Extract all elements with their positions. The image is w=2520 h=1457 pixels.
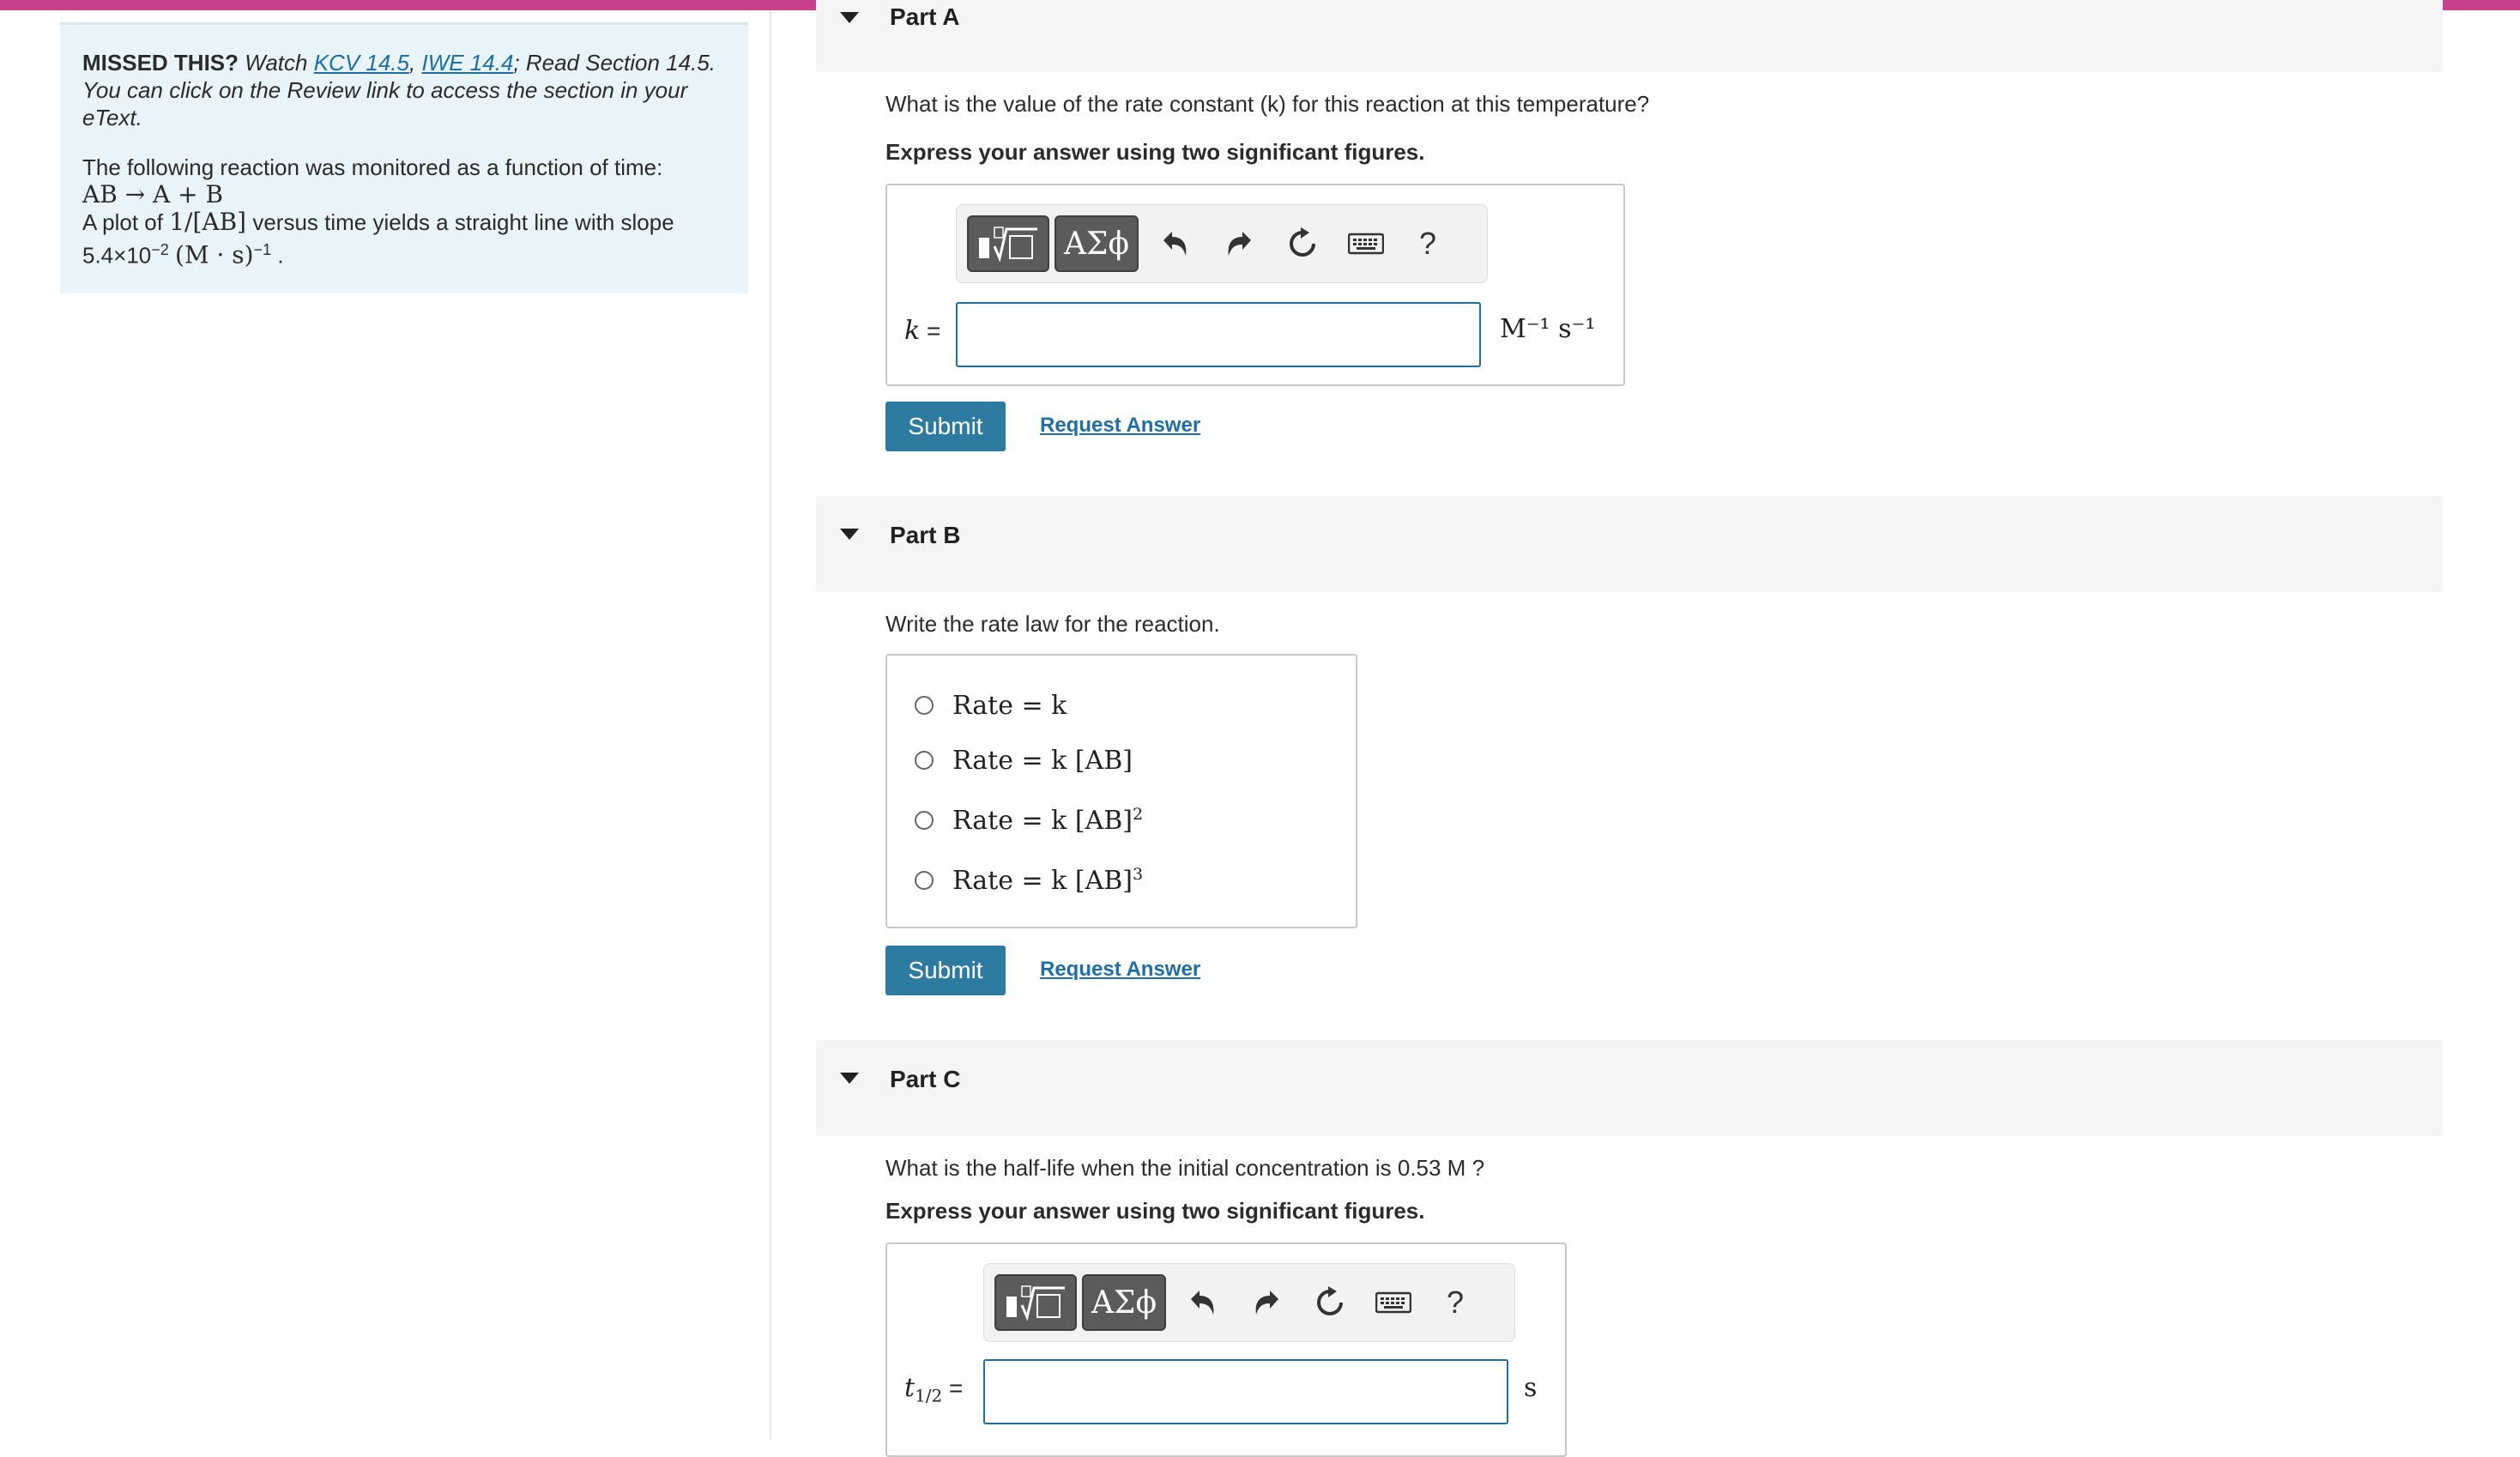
k-answer-input[interactable] [956,302,1481,367]
iwe-link[interactable]: IWE 14.4 [421,50,513,76]
rate-law-option-3[interactable]: Rate = k [AB]2 [915,803,1143,837]
reset-button[interactable] [1310,1283,1350,1322]
reset-icon [1317,1286,1343,1315]
templates-icon [979,227,1037,263]
part-c-header[interactable]: Part C [816,1040,2443,1136]
part-c-instruction: Express your answer using two significan… [885,1198,1425,1224]
greek-symbols-icon: ΑΣϕ [1064,226,1129,262]
slope-units: (M · s) [175,240,254,269]
part-a-header[interactable]: Part A [816,0,2443,72]
part-a-request-answer-link[interactable]: Request Answer [1040,414,1200,438]
part-c-title: Part C [890,1066,961,1092]
rate-law-options: Rate = k Rate = k [AB] Rate = k [AB]2 Ra… [885,654,1357,928]
help-icon: ? [1446,1285,1465,1320]
watch-text: Watch [245,50,308,76]
part-c-question: What is the half-life when the initial c… [885,1155,1485,1181]
rate-law-option-2[interactable]: Rate = k [AB] [915,743,1133,777]
radio-button[interactable] [915,871,934,890]
half-life-answer-input[interactable] [983,1359,1508,1424]
undo-button[interactable] [1183,1283,1223,1322]
part-b-submit-button[interactable]: Submit [885,946,1006,995]
part-a-submit-button[interactable]: Submit [885,402,1006,451]
greek-symbols-button[interactable]: ΑΣϕ [1055,215,1139,272]
part-a-title: Part A [890,3,960,30]
plot-prefix: A plot of [82,209,163,235]
half-life-units: s [1524,1373,1538,1403]
redo-button[interactable] [1247,1283,1286,1322]
help-button[interactable]: ? [1408,224,1447,263]
radio-button[interactable] [915,696,934,715]
part-b-question: Write the rate law for the reaction. [885,611,1220,637]
redo-icon [1228,232,1251,256]
plot-suffix: versus time yields a straight line with … [252,209,674,235]
keyboard-icon [1348,233,1384,255]
radio-button[interactable] [915,751,934,770]
collapse-caret-icon[interactable] [840,1073,859,1084]
slope-value: 5.4×10 [82,242,152,269]
greek-symbols-button[interactable]: ΑΣϕ [1082,1274,1166,1331]
help-icon: ? [1418,226,1437,261]
math-toolbar: ΑΣϕ ? [983,1263,1515,1342]
half-life-label: t1/2 = [904,1373,964,1406]
part-b-header[interactable]: Part B [816,496,2443,592]
reaction-equation: AB → A + B [82,180,224,209]
review-link-text: You can click on the Review link to acce… [82,77,688,130]
part-c-answer-box: ΑΣϕ ? t1/2 = s [885,1242,1567,1457]
part-a-answer-box: ΑΣϕ ? k = M⁻¹ s⁻¹ [885,184,1625,386]
templates-button[interactable] [967,215,1049,272]
radio-button[interactable] [915,811,934,830]
rate-law-option-4[interactable]: Rate = k [AB]3 [915,863,1143,898]
reset-icon [1290,227,1315,257]
plot-expression: 1/[AB] [169,208,247,236]
column-divider [770,10,771,1440]
keyboard-icon [1375,1291,1411,1314]
undo-icon [1163,232,1187,256]
help-button[interactable]: ? [1435,1283,1475,1322]
kcv-link[interactable]: KCV 14.5 [314,50,409,76]
missed-this-label: MISSED THIS? [82,50,239,76]
rate-law-option-1[interactable]: Rate = k [915,688,1067,722]
redo-button[interactable] [1219,224,1259,263]
templates-button[interactable] [994,1274,1077,1331]
redo-icon [1255,1291,1278,1315]
monitored-text: The following reaction was monitored as … [82,154,663,180]
k-label: k = [904,316,941,346]
part-a-instruction: Express your answer using two significan… [885,139,1425,165]
reset-button[interactable] [1283,224,1322,263]
problem-info-panel: MISSED THIS? Watch KCV 14.5, IWE 14.4; R… [60,22,748,293]
part-b-title: Part B [890,522,961,548]
collapse-caret-icon[interactable] [840,529,859,540]
part-b-request-answer-link[interactable]: Request Answer [1040,958,1200,982]
templates-icon [1006,1285,1065,1321]
undo-button[interactable] [1156,224,1195,263]
keyboard-button[interactable] [1346,224,1386,263]
part-a-question: What is the value of the rate constant (… [885,91,1650,117]
greek-symbols-icon: ΑΣϕ [1091,1285,1157,1321]
math-toolbar: ΑΣϕ ? [956,204,1488,283]
k-units: M⁻¹ s⁻¹ [1500,314,1596,344]
keyboard-button[interactable] [1374,1283,1413,1322]
read-section-text: ; Read Section 14.5. [513,50,716,76]
undo-icon [1191,1291,1214,1315]
collapse-caret-icon[interactable] [840,12,859,23]
